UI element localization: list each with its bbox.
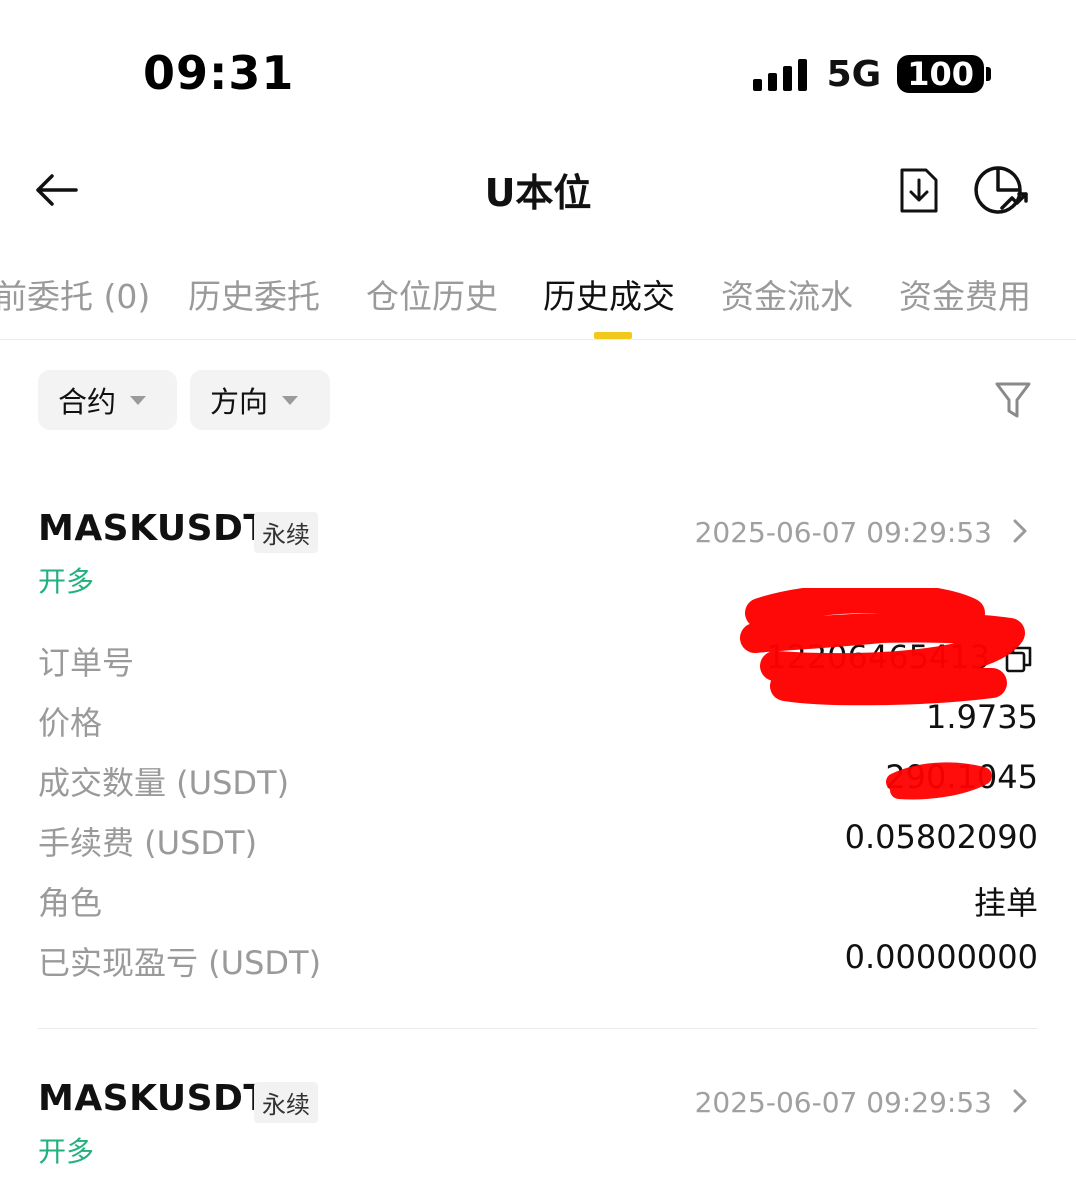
record-time: 2025-06-07 09:29:53 bbox=[694, 1086, 992, 1119]
pnl-label: 已实现盈亏 (USDT) bbox=[38, 944, 322, 982]
perpetual-badge: 永续 bbox=[254, 512, 318, 553]
direction-filter-dropdown[interactable]: 方向 bbox=[190, 370, 330, 430]
status-bar: 09:31 5G 100 bbox=[0, 0, 1076, 140]
pnl-value: 0.00000000 bbox=[844, 938, 1038, 976]
price-row: 价格 1.9735 bbox=[38, 698, 1038, 748]
tab-funding-fee[interactable]: 资金费用 bbox=[899, 270, 1031, 318]
price-value: 1.9735 bbox=[926, 698, 1038, 736]
record-symbol: MASKUSDT bbox=[38, 1078, 269, 1119]
record-symbol: MASKUSDT bbox=[38, 508, 269, 549]
chevron-right-icon[interactable] bbox=[1010, 516, 1030, 546]
tab-order-history[interactable]: 历史委托 bbox=[188, 270, 320, 318]
chevron-right-icon[interactable] bbox=[1010, 1086, 1030, 1116]
direction-filter-label: 方向 bbox=[210, 385, 269, 419]
trade-record[interactable]: MASKUSDT 永续 2025-06-07 09:29:53 开多 bbox=[38, 1078, 1038, 1178]
nav-bar: U本位 bbox=[0, 140, 1076, 240]
fee-row: 手续费 (USDT) 0.05802090 bbox=[38, 818, 1038, 868]
download-button[interactable] bbox=[898, 165, 942, 215]
pnl-row: 已实现盈亏 (USDT) 0.00000000 bbox=[38, 938, 1038, 988]
record-side: 开多 bbox=[38, 565, 95, 598]
perpetual-badge: 永续 bbox=[254, 1082, 318, 1123]
quantity-label: 成交数量 (USDT) bbox=[38, 764, 290, 802]
copy-icon[interactable] bbox=[1004, 644, 1034, 674]
signal-icon bbox=[752, 57, 807, 91]
fee-value: 0.05802090 bbox=[844, 818, 1038, 856]
status-time: 09:31 bbox=[143, 46, 295, 100]
record-side: 开多 bbox=[38, 1135, 95, 1168]
active-tab-indicator bbox=[594, 332, 632, 339]
analysis-button[interactable] bbox=[974, 164, 1028, 216]
role-row: 角色 挂单 bbox=[38, 878, 1038, 928]
caret-down-icon bbox=[130, 395, 147, 405]
record-divider bbox=[38, 1028, 1038, 1029]
fee-label: 手续费 (USDT) bbox=[38, 824, 258, 862]
funnel-icon bbox=[995, 382, 1031, 418]
role-label: 角色 bbox=[38, 884, 103, 922]
order-id-row: 订单号 12206465413 bbox=[38, 638, 1038, 688]
order-id-label: 订单号 bbox=[38, 644, 135, 682]
battery-level: 100 bbox=[907, 55, 974, 93]
order-id-value: 12206465413 bbox=[766, 638, 990, 676]
contract-filter-label: 合约 bbox=[58, 385, 117, 419]
tab-trade-history[interactable]: 历史成交 bbox=[543, 270, 675, 318]
contract-filter-dropdown[interactable]: 合约 bbox=[38, 370, 177, 430]
role-value: 挂单 bbox=[973, 884, 1038, 922]
pie-chart-icon bbox=[974, 166, 1028, 214]
trade-record[interactable]: MASKUSDT 永续 2025-06-07 09:29:53 开多 订单号 1… bbox=[38, 508, 1038, 998]
network-type: 5G bbox=[826, 53, 882, 95]
battery-icon: 100 bbox=[897, 55, 991, 93]
download-icon bbox=[900, 168, 938, 213]
tab-fund-flow[interactable]: 资金流水 bbox=[721, 270, 853, 318]
caret-down-icon bbox=[282, 395, 299, 405]
quantity-row: 成交数量 (USDT) 290.1045 bbox=[38, 758, 1038, 808]
record-time: 2025-06-07 09:29:53 bbox=[694, 516, 992, 549]
tab-position-history[interactable]: 仓位历史 bbox=[366, 270, 498, 318]
tab-bar: 前委托 (0) 历史委托 仓位历史 历史成交 资金流水 资金费用 bbox=[0, 240, 1076, 340]
tab-current-orders[interactable]: 前委托 (0) bbox=[0, 270, 150, 318]
price-label: 价格 bbox=[38, 704, 103, 742]
quantity-value: 290.1045 bbox=[885, 758, 1038, 796]
status-indicators: 5G 100 bbox=[752, 52, 991, 96]
filter-button[interactable] bbox=[994, 380, 1032, 420]
